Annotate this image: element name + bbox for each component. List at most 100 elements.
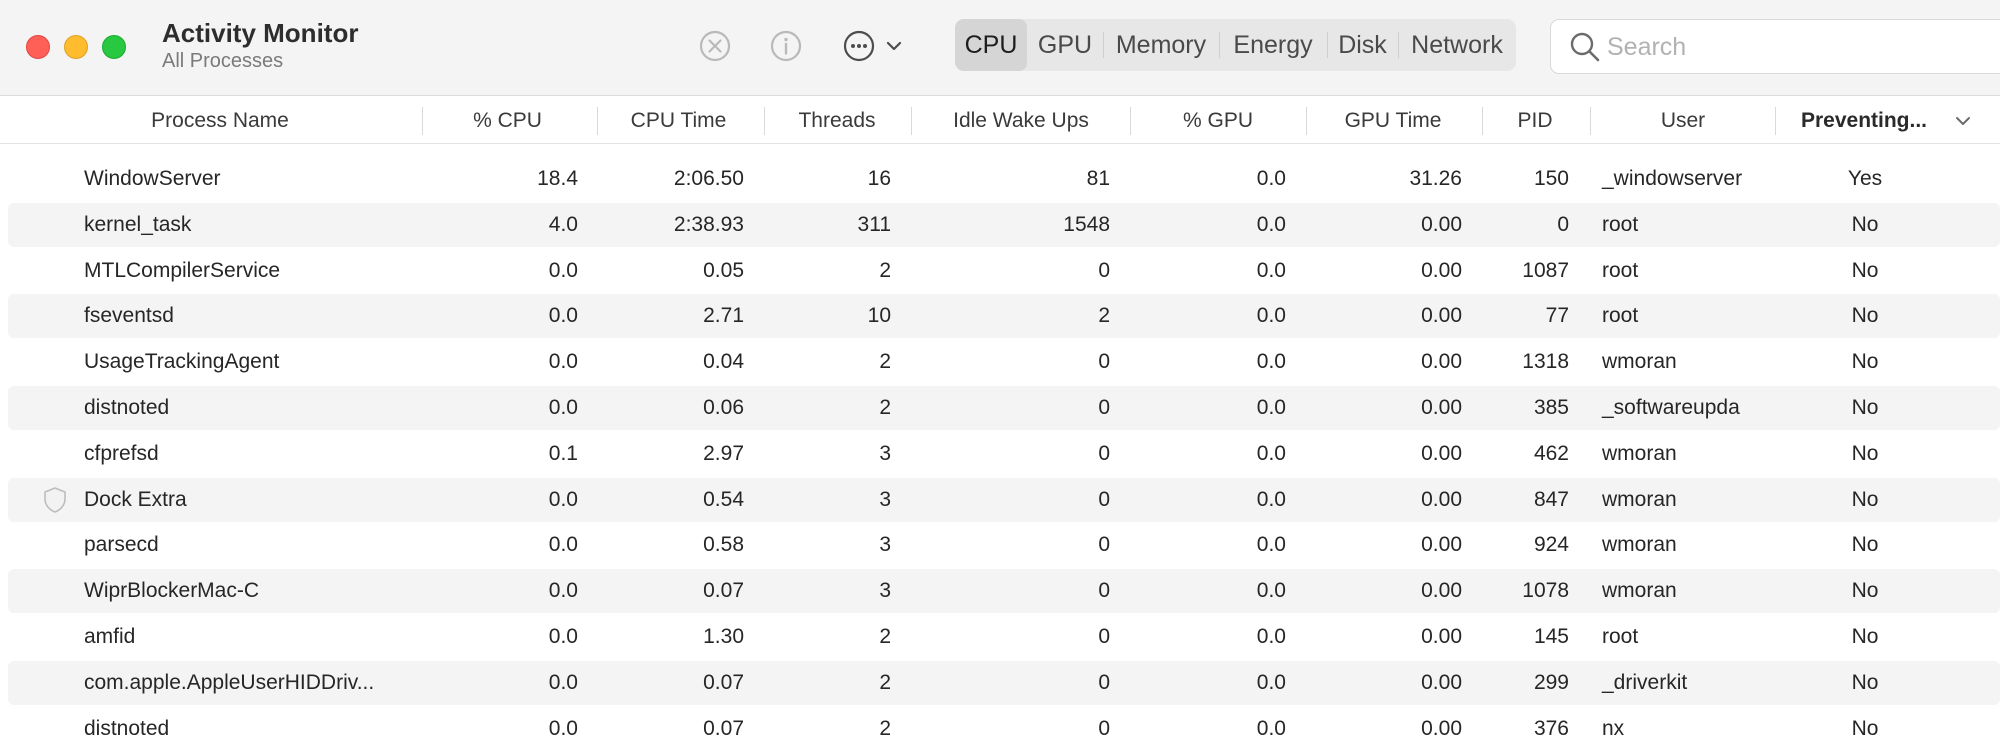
gpu-percent-cell: 0.0 [1256, 441, 1286, 465]
table-row[interactable]: distnoted 0.0 0.06 2 0 0.0 0.00 385 _softwareupd… [8, 386, 2000, 430]
stop-process-button[interactable] [695, 26, 735, 66]
tab-gpu[interactable]: GPU [1027, 19, 1103, 71]
cpu-percent-cell: 0.0 [548, 716, 578, 740]
column-divider[interactable] [1130, 107, 1131, 135]
table-row[interactable]: distnoted 0.0 0.07 2 0 0.0 0.00 376 nx No [8, 707, 2000, 750]
idle-wake-ups-cell: 0 [1098, 350, 1110, 374]
idle-wake-ups-cell: 0 [1098, 441, 1110, 465]
column-divider[interactable] [911, 107, 912, 135]
column-header-threads[interactable]: Threads [767, 97, 907, 144]
threads-cell: 3 [879, 533, 891, 557]
idle-wake-ups-cell: 0 [1098, 579, 1110, 603]
column-header-cpu-percent[interactable]: % CPU [425, 97, 590, 144]
threads-cell: 2 [879, 670, 891, 694]
gpu-percent-cell: 0.0 [1256, 167, 1286, 190]
process-name-cell: UsageTrackingAgent [84, 350, 280, 374]
sort-descending-chevron-icon[interactable] [1954, 112, 1972, 130]
pid-cell: 847 [1533, 487, 1569, 511]
threads-cell: 311 [857, 212, 891, 236]
column-divider[interactable] [1482, 107, 1483, 135]
minimize-window-button[interactable] [64, 35, 88, 59]
gpu-time-cell: 0.00 [1421, 716, 1462, 740]
column-header-process-name[interactable]: Process Name [100, 97, 340, 144]
table-row[interactable]: parsecd 0.0 0.58 3 0 0.0 0.00 924 wmoran No [8, 523, 2000, 567]
threads-cell: 2 [879, 350, 891, 374]
cpu-time-cell: 1.30 [703, 625, 744, 648]
threads-cell: 2 [879, 716, 891, 740]
idle-wake-ups-cell: 0 [1098, 625, 1110, 648]
search-field[interactable] [1550, 19, 2000, 74]
window-toolbar: Activity Monitor All Processes CPU GPU M… [0, 0, 2000, 96]
inspect-process-button[interactable] [766, 26, 806, 66]
search-input[interactable] [1607, 28, 1987, 66]
column-header-pid[interactable]: PID [1485, 97, 1585, 144]
cpu-percent-cell: 0.0 [548, 396, 578, 419]
cpu-percent-cell: 0.0 [548, 304, 578, 328]
table-row[interactable]: Dock Extra 0.0 0.54 3 0 0.0 0.00 847 wmoran No [8, 477, 2000, 522]
gpu-time-cell: 0.00 [1421, 350, 1462, 374]
view-subtitle: All Processes [162, 50, 284, 72]
user-cell: root [1602, 625, 1639, 648]
column-header-cpu-time[interactable]: CPU Time [600, 97, 757, 144]
cpu-time-cell: 0.07 [703, 579, 744, 603]
preventing-sleep-cell: No [1851, 441, 1879, 465]
pid-cell: 376 [1533, 716, 1569, 740]
column-header-preventing-sleep[interactable]: Preventing... [1778, 97, 1950, 144]
gpu-time-cell: 0.00 [1421, 670, 1462, 694]
cpu-percent-cell: 0.0 [548, 533, 578, 557]
gpu-percent-cell: 0.0 [1256, 487, 1286, 511]
cpu-time-cell: 2.97 [703, 441, 744, 465]
table-row[interactable]: MTLCompilerService 0.0 0.05 2 0 0.0 0.00 1087 ro… [8, 249, 2000, 293]
preventing-sleep-cell: No [1851, 625, 1879, 648]
column-header-idle-wake-ups[interactable]: Idle Wake Ups [914, 97, 1128, 144]
idle-wake-ups-cell: 0 [1098, 670, 1110, 694]
column-divider[interactable] [1775, 107, 1776, 135]
process-name-cell: WiprBlockerMac-C [84, 579, 260, 603]
tab-memory[interactable]: Memory [1103, 19, 1219, 71]
column-divider[interactable] [422, 107, 423, 135]
tab-cpu[interactable]: CPU [955, 19, 1027, 71]
idle-wake-ups-cell: 0 [1098, 716, 1110, 740]
gpu-time-cell: 0.00 [1421, 533, 1462, 557]
idle-wake-ups-cell: 0 [1098, 258, 1110, 282]
tab-disk[interactable]: Disk [1327, 19, 1398, 71]
table-row[interactable]: cfprefsd 0.1 2.97 3 0 0.0 0.00 462 wmoran No [8, 432, 2000, 476]
column-divider[interactable] [1590, 107, 1591, 135]
column-divider[interactable] [1306, 107, 1307, 135]
column-header-user[interactable]: User [1593, 97, 1773, 144]
table-row[interactable]: WiprBlockerMac-C 0.0 0.07 3 0 0.0 0.00 1078 wmor… [8, 569, 2000, 614]
table-row[interactable]: UsageTrackingAgent 0.0 0.04 2 0 0.0 0.00 1318 wm… [8, 340, 2000, 384]
column-header-gpu-percent[interactable]: % GPU [1133, 97, 1303, 144]
preventing-sleep-cell: No [1851, 212, 1879, 236]
preventing-sleep-cell: No [1851, 304, 1879, 328]
process-name-cell: Dock Extra [84, 487, 187, 511]
table-row[interactable]: fseventsd 0.0 2.71 10 2 0.0 0.00 77 root No [8, 294, 2000, 339]
idle-wake-ups-cell: 0 [1098, 533, 1110, 557]
cpu-percent-cell: 0.0 [548, 487, 578, 511]
table-row[interactable]: com.apple.AppleUserHIDDriv... 0.0 0.07 2 0 0.… [8, 660, 2000, 705]
threads-cell: 3 [879, 441, 891, 465]
tab-energy[interactable]: Energy [1219, 19, 1327, 71]
zoom-window-button[interactable] [102, 35, 126, 59]
tab-network[interactable]: Network [1398, 19, 1516, 71]
gpu-time-cell: 0.00 [1421, 304, 1462, 328]
gpu-percent-cell: 0.0 [1256, 396, 1286, 419]
more-actions-button[interactable] [842, 26, 916, 66]
process-name-cell: com.apple.AppleUserHIDDriv... [84, 670, 375, 694]
cpu-time-cell: 2:38.93 [673, 212, 744, 236]
table-row[interactable]: amfid 0.0 1.30 2 0 0.0 0.00 145 root No [8, 615, 2000, 659]
column-divider[interactable] [597, 107, 598, 135]
process-name-cell: fseventsd [84, 304, 174, 328]
column-header-gpu-time[interactable]: GPU Time [1309, 97, 1477, 144]
pid-cell: 145 [1533, 625, 1569, 648]
gpu-percent-cell: 0.0 [1256, 533, 1286, 557]
table-row[interactable]: WindowServer 18.4 2:06.50 16 81 0.0 31.26 150 _w… [8, 157, 2000, 201]
table-row[interactable]: kernel_task 4.0 2:38.93 311 1548 0.0 0.00 0 root… [8, 202, 2000, 247]
cpu-time-cell: 0.06 [703, 396, 744, 419]
close-window-button[interactable] [26, 35, 50, 59]
preventing-sleep-cell: Yes [1847, 167, 1883, 190]
user-cell: wmoran [1602, 579, 1677, 603]
x-circle-icon [699, 30, 731, 62]
column-divider[interactable] [764, 107, 765, 135]
idle-wake-ups-cell: 81 [1086, 167, 1110, 190]
